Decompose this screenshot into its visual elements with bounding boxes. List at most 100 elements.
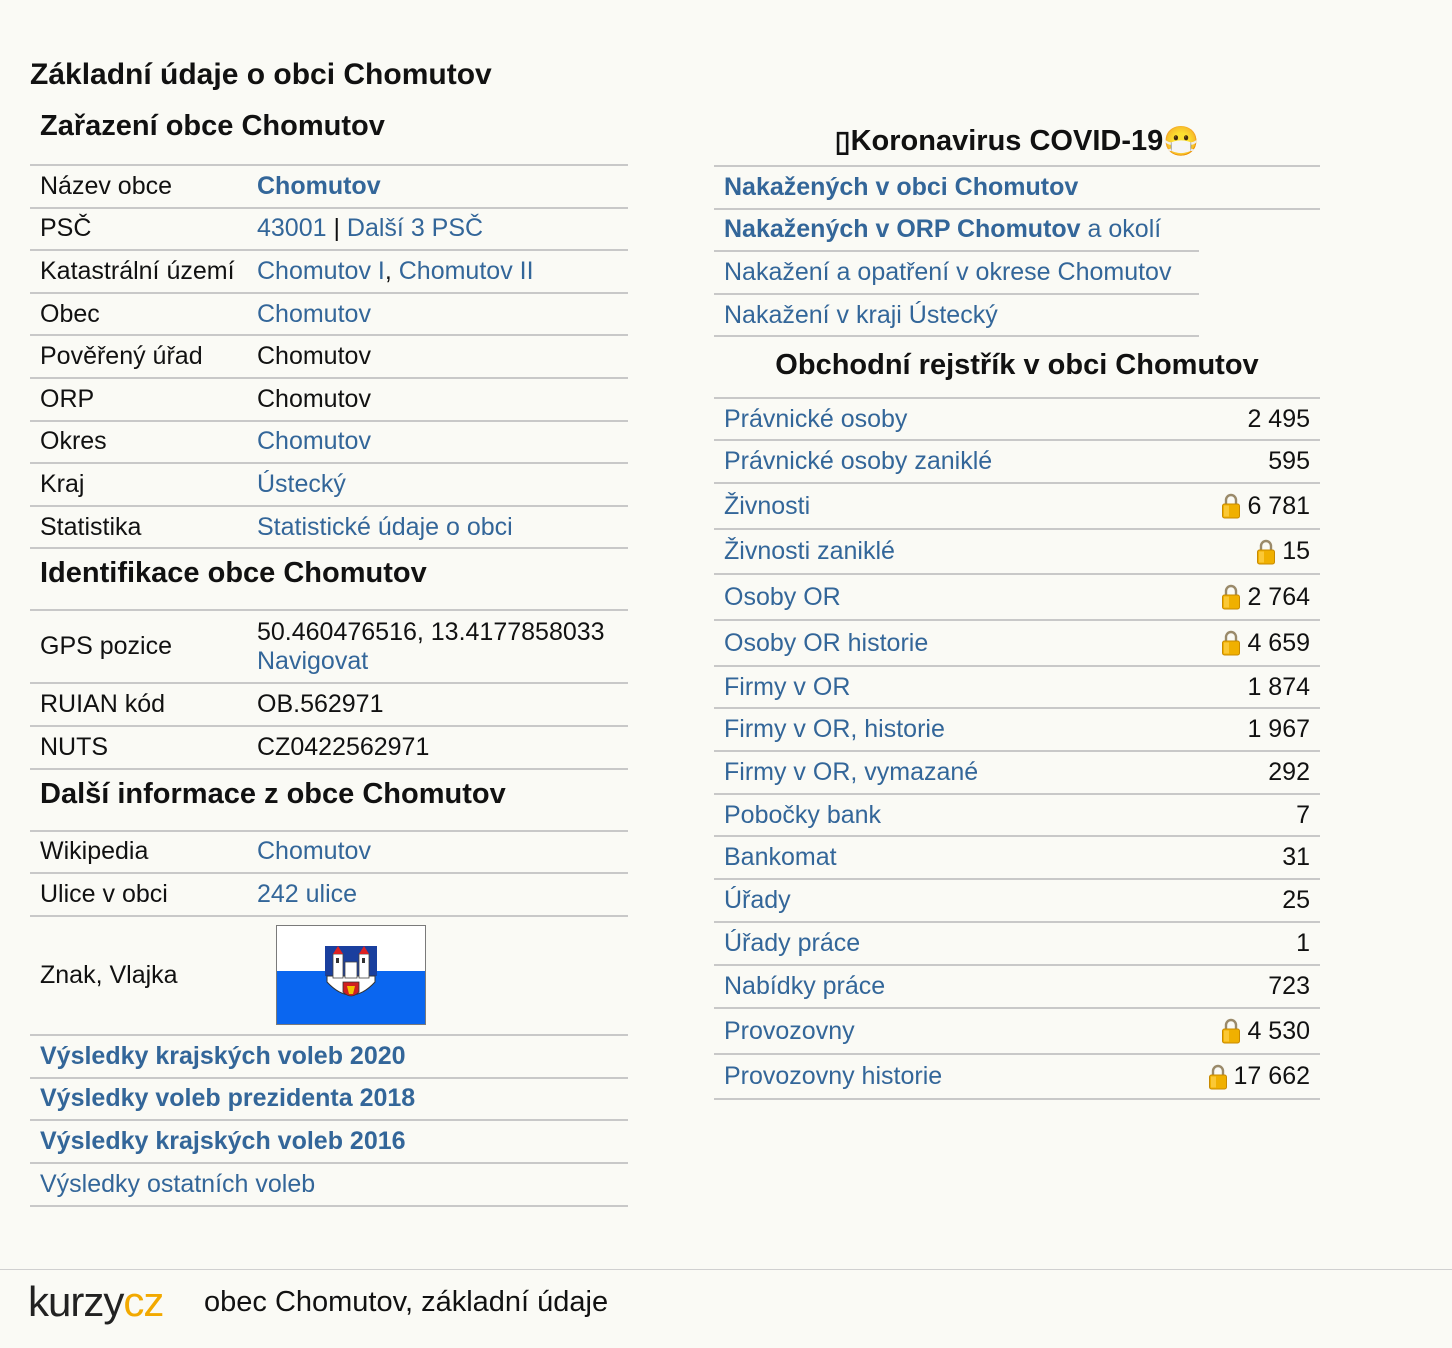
register-row-link[interactable]: Provozovny (724, 1017, 855, 1046)
lock-icon (1208, 1064, 1227, 1090)
covid-orp-link[interactable]: Nakažených v ORP Chomutov a okolí (724, 215, 1161, 244)
row-obec: Obec Chomutov (30, 294, 628, 337)
register-row-link[interactable]: Právnické osoby zaniklé (724, 447, 992, 476)
kraj-link[interactable]: Ústecký (257, 470, 628, 499)
election-link-president-2018[interactable]: Výsledky voleb prezidenta 2018 (40, 1084, 415, 1113)
register-row: Provozovny 4 530 (714, 1009, 1320, 1056)
register-row-link[interactable]: Nabídky práce (724, 972, 885, 1001)
register-count-value: 2 764 (1247, 582, 1310, 611)
row-key: Statistika (40, 512, 142, 541)
covid-region-link[interactable]: Nakažení v kraji Ústecký (724, 301, 998, 330)
register-count: 31 (1282, 843, 1310, 872)
row-gps: GPS pozice 50.460476516, 13.4177858033 N… (30, 611, 628, 685)
register-row-link[interactable]: Úřady (724, 886, 791, 915)
row-value: Chomutov (257, 342, 371, 371)
nuts-code: CZ0422562971 (257, 732, 430, 761)
register-row-link[interactable]: Firmy v OR (724, 673, 850, 702)
logo-accent-part: cz (123, 1278, 164, 1325)
lock-icon (1222, 1019, 1241, 1044)
register-row-link[interactable]: Osoby OR (724, 583, 841, 612)
virus-icon: ▯ (834, 126, 851, 158)
election-link-2020[interactable]: Výsledky krajských voleb 2020 (40, 1042, 406, 1071)
register-row: Osoby OR 2 764 (714, 575, 1320, 622)
register-count: 25 (1282, 886, 1310, 915)
register-row: Bankomat 31 (714, 837, 1320, 881)
row-povereny-urad: Pověřený úřad Chomutov (30, 336, 628, 379)
register-count: 6 781 (1221, 492, 1310, 521)
covid-row: Nakažení a opatření v okrese Chomutov (714, 252, 1199, 295)
row-statistika: Statistika Statistické údaje o obci (30, 507, 628, 550)
register-count: 4 659 (1221, 629, 1310, 658)
more-info-heading: Další informace z obce Chomutov (30, 770, 628, 832)
register-row-link[interactable]: Živnosti (724, 492, 810, 521)
cadastral-link-2[interactable]: Chomutov II (399, 257, 534, 285)
okres-link[interactable]: Chomutov (257, 427, 628, 456)
covid-city-link[interactable]: Nakažených v obci Chomutov (724, 173, 1078, 202)
register-row-link[interactable]: Právnické osoby (724, 405, 907, 434)
election-link-2016[interactable]: Výsledky krajských voleb 2016 (40, 1127, 406, 1156)
row-psc: PSČ 43001 | Další 3 PSČ (30, 209, 628, 252)
register-count: 2 495 (1247, 405, 1310, 434)
classification-heading: Zařazení obce Chomutov (30, 110, 628, 166)
covid-heading: ▯ Koronavirus COVID-19 😷 (714, 110, 1320, 167)
row-wikipedia: Wikipedia Chomutov (30, 832, 628, 875)
ruian-code: OB.562971 (257, 690, 384, 719)
logo-dark-part: kurzy (28, 1278, 124, 1325)
municipality-name-link[interactable]: Chomutov (257, 172, 628, 201)
psc-link[interactable]: 43001 (257, 214, 327, 242)
cadastral-link-1[interactable]: Chomutov I (257, 257, 385, 285)
register-row: Právnické osoby zaniklé 595 (714, 441, 1320, 485)
register-count: 1 874 (1247, 673, 1310, 702)
register-row: Živnosti 6 781 (714, 484, 1320, 531)
election-row: Výsledky krajských voleb 2020 (30, 1036, 628, 1079)
register-count-value: 17 662 (1233, 1062, 1310, 1091)
statistics-link[interactable]: Statistické údaje o obci (257, 513, 628, 542)
streets-link[interactable]: 242 ulice (257, 880, 628, 909)
register-row-link[interactable]: Bankomat (724, 843, 837, 872)
election-link-other[interactable]: Výsledky ostatních voleb (40, 1170, 315, 1199)
lock-icon (1222, 631, 1241, 656)
covid-row: Nakažených v obci Chomutov (714, 167, 1320, 210)
navigate-link[interactable]: Navigovat (257, 647, 368, 675)
kurzy-logo[interactable]: kurzycz (28, 1278, 164, 1326)
election-row: Výsledky krajských voleb 2016 (30, 1121, 628, 1165)
covid-row: Nakažení v kraji Ústecký (714, 295, 1199, 338)
row-nuts: NUTS CZ0422562971 (30, 727, 628, 770)
municipality-flag-image[interactable] (276, 925, 426, 1026)
row-key: Okres (40, 427, 107, 456)
register-row: Pobočky bank 7 (714, 795, 1320, 838)
mask-face-icon: 😷 (1163, 125, 1200, 158)
register-row-link[interactable]: Pobočky bank (724, 801, 881, 830)
register-row: Právnické osoby 2 495 (714, 399, 1320, 442)
register-count: 2 764 (1221, 583, 1310, 612)
register-row-link[interactable]: Živnosti zaniklé (724, 537, 895, 566)
covid-district-link[interactable]: Nakažení a opatření v okrese Chomutov (724, 258, 1171, 287)
register-row-link[interactable]: Firmy v OR, historie (724, 715, 945, 744)
identification-heading: Identifikace obce Chomutov (30, 549, 628, 612)
register-row: Nabídky práce 723 (714, 966, 1320, 1010)
row-key: Pověřený úřad (40, 342, 203, 371)
row-nazev-obce: Název obce Chomutov (30, 166, 628, 209)
register-row-link[interactable]: Firmy v OR, vymazané (724, 758, 978, 787)
wikipedia-link[interactable]: Chomutov (257, 837, 628, 866)
row-okres: Okres Chomutov (30, 422, 628, 465)
register-count-value: 25 (1282, 886, 1310, 915)
row-flag: Znak, Vlajka (30, 917, 628, 1036)
right-column: ▯ Koronavirus COVID-19 😷 Nakažených v ob… (714, 110, 1320, 1101)
obec-link[interactable]: Chomutov (257, 300, 628, 329)
register-count-value: 4 530 (1247, 1016, 1310, 1045)
left-column: Zařazení obce Chomutov Název obce Chomut… (30, 110, 628, 1207)
covid-orp-link-bold: Nakažených v ORP Chomutov (724, 215, 1081, 244)
separator: | (326, 214, 347, 243)
more-psc-link[interactable]: Další 3 PSČ (347, 214, 483, 242)
row-katastralni-uzemi: Katastrální území Chomutov I, Chomutov I… (30, 251, 628, 294)
row-key: NUTS (40, 732, 109, 761)
register-count: 7 (1296, 801, 1310, 830)
gps-coordinates: 50.460476516, 13.4177858033 (257, 617, 605, 646)
register-row-link[interactable]: Úřady práce (724, 929, 860, 958)
register-row-link[interactable]: Osoby OR historie (724, 629, 928, 658)
register-count-value: 6 781 (1247, 491, 1310, 520)
row-key: PSČ (40, 214, 92, 243)
register-row-link[interactable]: Provozovny historie (724, 1062, 942, 1091)
register-count: 595 (1268, 447, 1310, 476)
